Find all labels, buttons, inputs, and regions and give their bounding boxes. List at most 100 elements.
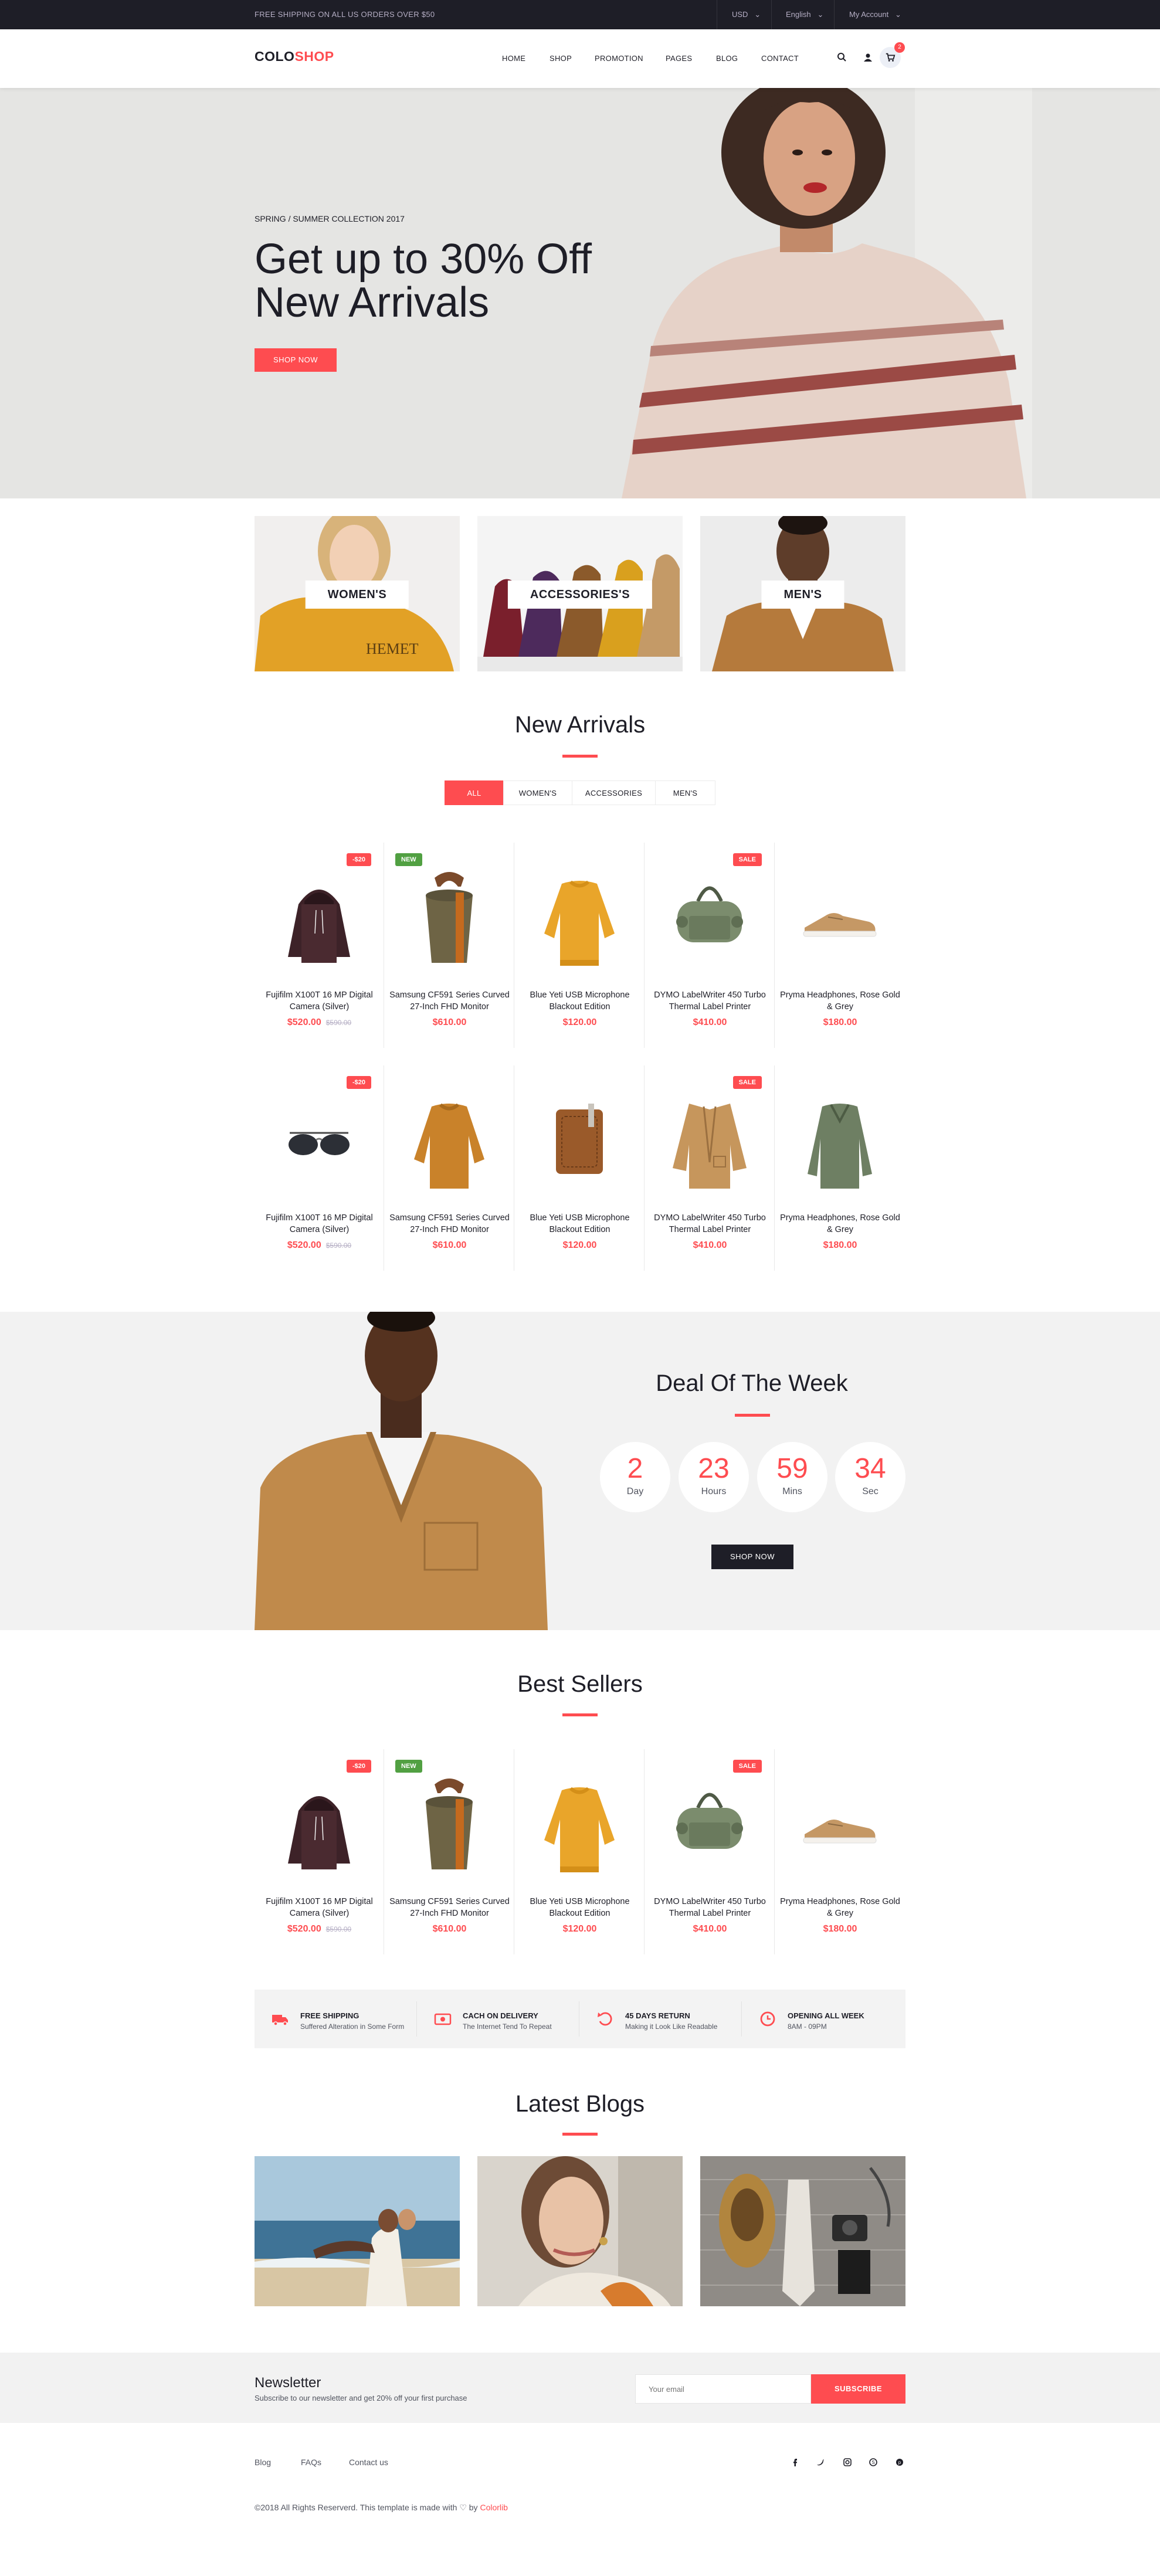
- product-name[interactable]: Fujifilm X100T 16 MP Digital Camera (Sil…: [255, 1212, 384, 1236]
- instagram-icon[interactable]: [842, 2457, 853, 2468]
- deal-shop-now-button[interactable]: SHOP NOW: [711, 1545, 793, 1569]
- blog-card[interactable]: [700, 2156, 905, 2306]
- timer-sec: 34 Sec: [835, 1442, 905, 1512]
- product-card[interactable]: Samsung CF591 Series Curved 27-Inch FHD …: [385, 1065, 514, 1271]
- benefit-title: 45 DAYS RETURN: [625, 2011, 690, 2020]
- product-image: [676, 1793, 743, 1849]
- nav-promotion[interactable]: PROMOTION: [595, 54, 643, 63]
- product-card[interactable]: SALE DYMO LabelWriter 450 Turbo Thermal L…: [645, 843, 775, 1048]
- product-card[interactable]: Pryma Headphones, Rose Gold & Grey $180.0…: [775, 843, 905, 1048]
- email-input[interactable]: [635, 2374, 811, 2404]
- product-image: [803, 1820, 877, 1844]
- language-dropdown[interactable]: English ⌄: [786, 10, 823, 19]
- product-badge: NEW: [395, 1760, 422, 1773]
- product-card[interactable]: -$20 Fujifilm X100T 16 MP Digital Camera …: [255, 1749, 384, 1954]
- footer-link-contact[interactable]: Contact us: [349, 2458, 388, 2467]
- product-name[interactable]: DYMO LabelWriter 450 Turbo Thermal Label…: [645, 989, 775, 1013]
- blog-accessories-image: [700, 2156, 905, 2306]
- product-image: [544, 880, 615, 966]
- colorlib-link[interactable]: Colorlib: [480, 2503, 507, 2512]
- product-name[interactable]: DYMO LabelWriter 450 Turbo Thermal Label…: [645, 1896, 775, 1919]
- category-accessories[interactable]: ACCESSORIES'S: [477, 516, 683, 671]
- product-image: [556, 1104, 603, 1174]
- product-card[interactable]: Pryma Headphones, Rose Gold & Grey $180.0…: [775, 1065, 905, 1271]
- product-card[interactable]: SALE DYMO LabelWriter 450 Turbo Thermal L…: [645, 1749, 775, 1954]
- nav-blog[interactable]: BLOG: [716, 54, 738, 63]
- product-card[interactable]: Blue Yeti USB Microphone Blackout Editio…: [515, 843, 645, 1048]
- product-name[interactable]: Fujifilm X100T 16 MP Digital Camera (Sil…: [255, 989, 384, 1013]
- blog-card[interactable]: [255, 2156, 460, 2306]
- svg-text:HEMET: HEMET: [366, 640, 419, 657]
- twitter-icon[interactable]: [815, 2457, 826, 2468]
- benefit-item: CACH ON DELIVERY The Internet Tend To Re…: [417, 1990, 579, 2048]
- shipping-notice: FREE SHIPPING ON ALL US ORDERS OVER $50: [255, 10, 435, 19]
- title-underline: [562, 755, 598, 758]
- product-name[interactable]: Pryma Headphones, Rose Gold & Grey: [775, 1896, 905, 1919]
- product-name[interactable]: Samsung CF591 Series Curved 27-Inch FHD …: [385, 1896, 514, 1919]
- category-label: MEN'S: [761, 581, 844, 609]
- product-price: $520.00 $590.00: [287, 1924, 352, 1934]
- product-price: $120.00: [562, 1924, 597, 1934]
- new-arrivals-title: New Arrivals: [514, 712, 646, 738]
- category-men[interactable]: MEN'S: [700, 516, 905, 671]
- category-label: WOMEN'S: [305, 581, 409, 609]
- skype-icon[interactable]: S: [868, 2457, 879, 2468]
- svg-text:p: p: [898, 2460, 901, 2465]
- product-badge: -$20: [346, 1076, 371, 1089]
- product-price: $410.00: [693, 1240, 727, 1250]
- chevron-down-icon: ⌄: [813, 10, 824, 19]
- timer-hours: 23 Hours: [679, 1442, 749, 1512]
- blog-card[interactable]: [477, 2156, 683, 2306]
- product-card[interactable]: -$20 Fujifilm X100T 16 MP Digital Camera …: [255, 1065, 384, 1271]
- pinterest-icon[interactable]: p: [894, 2457, 905, 2468]
- product-name[interactable]: Blue Yeti USB Microphone Blackout Editio…: [515, 1212, 645, 1236]
- category-women[interactable]: HEMET WOMEN'S: [255, 516, 460, 671]
- currency-dropdown[interactable]: USD ⌄: [732, 10, 761, 19]
- product-card[interactable]: Blue Yeti USB Microphone Blackout Editio…: [515, 1065, 645, 1271]
- timer-mins: 59 Mins: [757, 1442, 827, 1512]
- logo[interactable]: COLOSHOP: [255, 49, 334, 65]
- divider: [834, 0, 835, 29]
- footer-link-blog[interactable]: Blog: [255, 2458, 271, 2467]
- tab-all[interactable]: ALL: [445, 780, 504, 805]
- nav-shop[interactable]: SHOP: [550, 54, 572, 63]
- search-icon[interactable]: [836, 52, 848, 63]
- product-name[interactable]: Pryma Headphones, Rose Gold & Grey: [775, 989, 905, 1013]
- subscribe-button[interactable]: SUBSCRIBE: [811, 2374, 905, 2404]
- product-name[interactable]: Blue Yeti USB Microphone Blackout Editio…: [515, 1896, 645, 1919]
- product-card[interactable]: Pryma Headphones, Rose Gold & Grey $180.0…: [775, 1749, 905, 1954]
- product-name[interactable]: DYMO LabelWriter 450 Turbo Thermal Label…: [645, 1212, 775, 1236]
- product-price: $180.00: [823, 1924, 857, 1934]
- money-icon: [434, 2013, 452, 2025]
- product-image: [288, 890, 350, 963]
- nav-home[interactable]: HOME: [502, 54, 525, 63]
- latest-blogs-title: Latest Blogs: [515, 2091, 645, 2117]
- hero-shop-now-button[interactable]: SHOP NOW: [255, 348, 337, 372]
- tab-mens[interactable]: MEN'S: [655, 780, 715, 805]
- nav-contact[interactable]: CONTACT: [761, 54, 799, 63]
- product-card[interactable]: SALE DYMO LabelWriter 450 Turbo Thermal L…: [645, 1065, 775, 1271]
- product-name[interactable]: Fujifilm X100T 16 MP Digital Camera (Sil…: [255, 1896, 384, 1919]
- account-dropdown[interactable]: My Account ⌄: [849, 10, 901, 19]
- product-price: $610.00: [432, 1924, 467, 1934]
- tab-accessories[interactable]: ACCESSORIES: [572, 780, 656, 805]
- product-name[interactable]: Samsung CF591 Series Curved 27-Inch FHD …: [385, 1212, 514, 1236]
- blog-beach-image: [255, 2156, 460, 2306]
- nav-pages[interactable]: PAGES: [666, 54, 692, 63]
- benefit-sub: 8AM - 09PM: [788, 2022, 827, 2031]
- benefit-sub: The Internet Tend To Repeat: [463, 2022, 552, 2031]
- product-card[interactable]: Blue Yeti USB Microphone Blackout Editio…: [515, 1749, 645, 1954]
- facebook-icon[interactable]: [790, 2457, 801, 2468]
- product-card[interactable]: NEW Samsung CF591 Series Curved 27-Inch F…: [385, 1749, 514, 1954]
- product-card[interactable]: NEW Samsung CF591 Series Curved 27-Inch F…: [385, 843, 514, 1048]
- footer-link-faqs[interactable]: FAQs: [301, 2458, 321, 2467]
- best-sellers-title: Best Sellers: [517, 1671, 643, 1697]
- user-icon[interactable]: [862, 52, 874, 63]
- product-name[interactable]: Blue Yeti USB Microphone Blackout Editio…: [515, 989, 645, 1013]
- product-badge: SALE: [732, 1760, 762, 1773]
- product-name[interactable]: Pryma Headphones, Rose Gold & Grey: [775, 1212, 905, 1236]
- deal-title: Deal Of The Week: [656, 1370, 848, 1396]
- tab-womens[interactable]: WOMEN'S: [503, 780, 572, 805]
- product-name[interactable]: Samsung CF591 Series Curved 27-Inch FHD …: [385, 989, 514, 1013]
- product-card[interactable]: -$20 Fujifilm X100T 16 MP Digital Camera …: [255, 843, 384, 1048]
